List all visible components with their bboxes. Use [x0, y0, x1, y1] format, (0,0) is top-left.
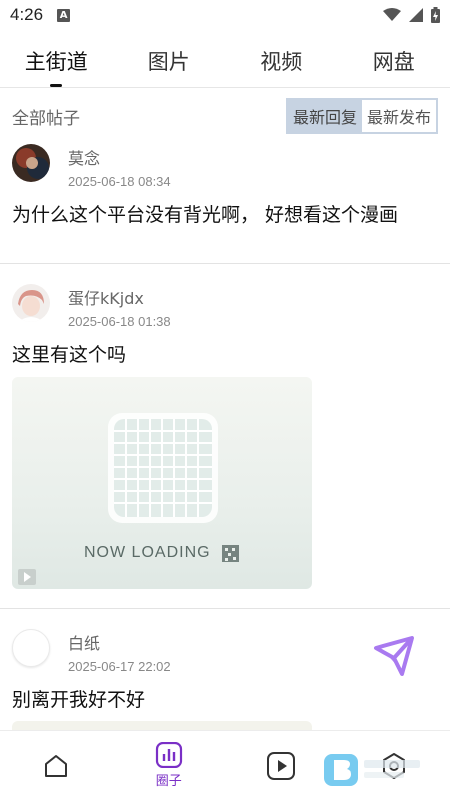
- play-badge-icon: [18, 569, 36, 585]
- post-header: 莫念 2025-06-18 08:34: [12, 144, 171, 189]
- sort-latest-reply-button[interactable]: 最新回复: [287, 100, 362, 132]
- avatar[interactable]: [12, 284, 50, 322]
- tab-pictures[interactable]: 图片: [113, 34, 226, 87]
- image-caption: NOW LOADING: [84, 544, 211, 561]
- status-bar: 4:26 A: [0, 0, 450, 30]
- send-post-button[interactable]: [372, 634, 416, 678]
- battery-icon: [431, 7, 440, 23]
- author-name[interactable]: 白纸: [68, 630, 171, 654]
- post-item[interactable]: 蛋仔kKjdx 2025-06-18 01:38 这里有这个吗 NOW LOAD…: [0, 264, 450, 609]
- nav-circle-label: 圈子: [155, 774, 182, 789]
- post-text: 这里有这个吗: [12, 344, 127, 366]
- avatar[interactable]: [12, 144, 50, 182]
- post-item[interactable]: 莫念 2025-06-18 08:34 为什么这个平台没有背光啊， 好想看这个漫…: [0, 144, 450, 264]
- nav-home[interactable]: [0, 731, 113, 800]
- status-icons: [383, 7, 440, 23]
- sort-latest-post-button[interactable]: 最新发布: [361, 100, 436, 132]
- post-text: 别离开我好不好: [12, 689, 146, 711]
- signal-icon: [409, 8, 423, 22]
- notification-icon: A: [57, 8, 71, 22]
- filter-row: 全部帖子 最新回复 最新发布: [0, 88, 450, 144]
- nav-video[interactable]: [225, 731, 338, 800]
- wifi-icon: [383, 8, 401, 21]
- post-image[interactable]: NOW LOADING: [12, 377, 312, 589]
- post-header: 蛋仔kKjdx 2025-06-18 01:38: [12, 284, 171, 329]
- post-meta: 蛋仔kKjdx 2025-06-18 01:38: [68, 284, 171, 329]
- post-text: 为什么这个平台没有背光啊， 好想看这个漫画: [12, 204, 399, 226]
- post-image[interactable]: [12, 721, 312, 730]
- post-time: 2025-06-18 01:38: [68, 314, 171, 329]
- sort-toggle: 最新回复 最新发布: [285, 98, 438, 134]
- post-meta: 白纸 2025-06-17 22:02: [68, 629, 171, 674]
- post-header: 白纸 2025-06-17 22:02: [12, 629, 171, 674]
- watermark-logo: [324, 752, 424, 788]
- all-posts-title: 全部帖子: [12, 108, 80, 129]
- chart-icon: [155, 742, 182, 768]
- home-icon: [45, 754, 68, 777]
- tab-netdisk[interactable]: 网盘: [338, 34, 450, 87]
- top-tabs: 主街道 图片 视频 网盘: [0, 34, 450, 88]
- status-time: 4:26: [10, 5, 44, 24]
- post-meta: 莫念 2025-06-18 08:34: [68, 144, 171, 189]
- play-icon: [267, 751, 296, 780]
- avatar[interactable]: [12, 629, 50, 667]
- nav-circle[interactable]: 圈子: [113, 731, 226, 800]
- tab-videos[interactable]: 视频: [225, 34, 338, 87]
- author-name[interactable]: 蛋仔kKjdx: [68, 285, 171, 309]
- tab-main-street[interactable]: 主街道: [0, 34, 113, 87]
- post-time: 2025-06-18 08:34: [68, 174, 171, 189]
- author-name[interactable]: 莫念: [68, 145, 171, 169]
- paper-plane-icon: [374, 636, 414, 676]
- post-time: 2025-06-17 22:02: [68, 659, 171, 674]
